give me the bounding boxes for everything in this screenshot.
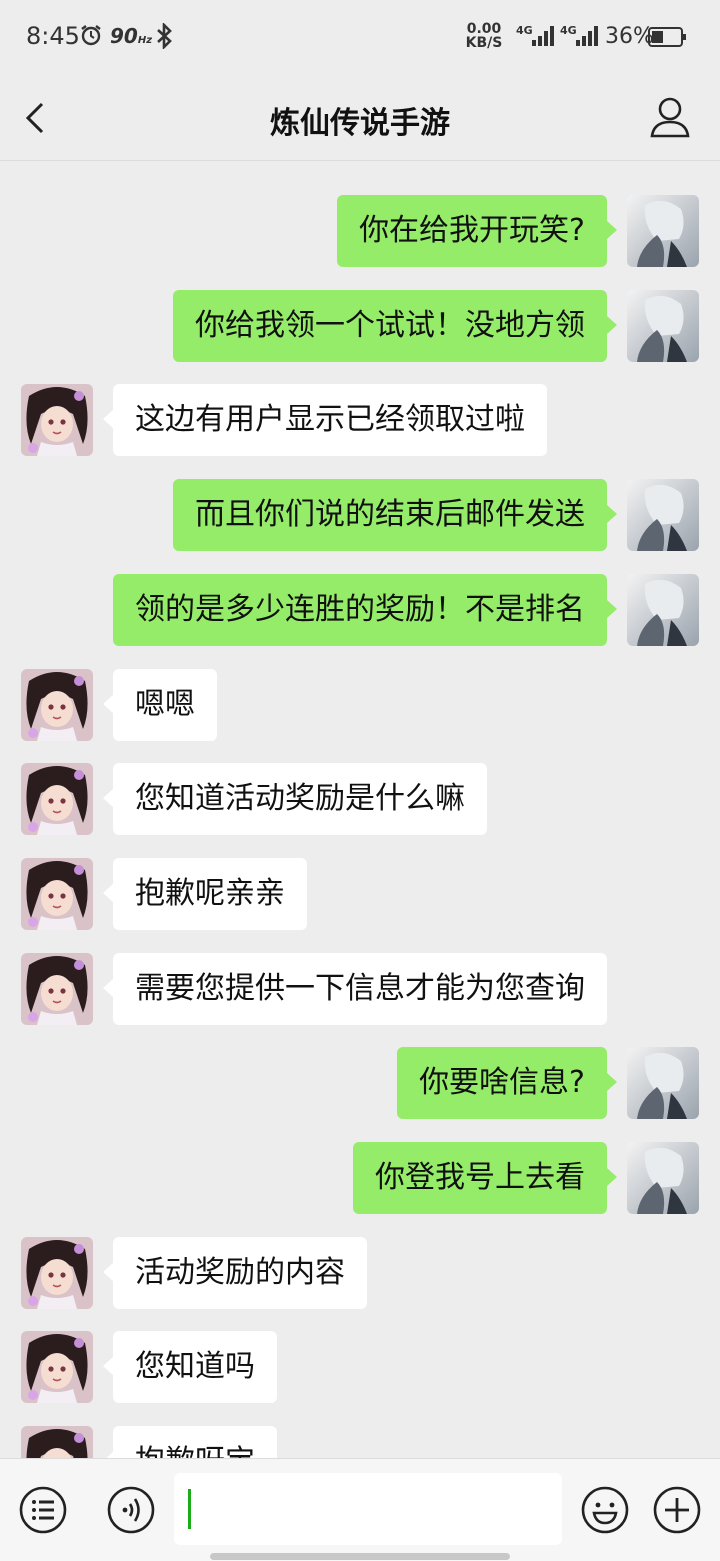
voice-icon[interactable] (106, 1485, 156, 1535)
status-time: 8:45 (26, 22, 80, 50)
sent-message: 你给我领一个试试！没地方领 (0, 290, 720, 362)
input-bar (0, 1458, 720, 1561)
bluetooth-icon (157, 23, 172, 49)
contact-avatar[interactable] (21, 1237, 93, 1309)
message-bubble[interactable]: 你在给我开玩笑? (337, 195, 617, 267)
my-avatar[interactable] (627, 479, 699, 551)
home-indicator[interactable] (210, 1553, 510, 1560)
sent-message: 你登我号上去看 (0, 1142, 720, 1214)
received-message: 抱歉呢亲亲 (0, 858, 720, 930)
contact-avatar[interactable] (21, 858, 93, 930)
my-avatar[interactable] (627, 1047, 699, 1119)
status-bar: 8:45 90Hz 0.00 KB/S 4G 4G 36% (0, 0, 720, 76)
message-bubble[interactable]: 抱歉呢亲亲 (103, 858, 307, 930)
plus-icon[interactable] (652, 1485, 702, 1535)
contact-avatar[interactable] (21, 384, 93, 456)
contact-avatar[interactable] (21, 1426, 93, 1458)
message-bubble[interactable]: 活动奖励的内容 (103, 1237, 367, 1309)
message-input[interactable] (174, 1473, 562, 1545)
message-bubble[interactable]: 而且你们说的结束后邮件发送 (173, 479, 617, 551)
received-message: 嗯嗯 (0, 669, 720, 741)
message-bubble[interactable]: 需要您提供一下信息才能为您查询 (103, 953, 607, 1025)
sent-message: 你要啥信息? (0, 1047, 720, 1119)
message-bubble[interactable]: 领的是多少连胜的奖励！不是排名 (113, 574, 617, 646)
person-icon[interactable] (650, 96, 690, 138)
my-avatar[interactable] (627, 195, 699, 267)
battery-icon (648, 27, 686, 47)
received-message: 需要您提供一下信息才能为您查询 (0, 953, 720, 1025)
chat-title: 炼仙传说手游 (270, 106, 450, 141)
signal-4g-icon-2: 4G (560, 24, 600, 48)
chat-header: 炼仙传说手游 (0, 76, 720, 161)
my-avatar[interactable] (627, 1142, 699, 1214)
contact-avatar[interactable] (21, 669, 93, 741)
my-avatar[interactable] (627, 574, 699, 646)
network-speed: 0.00 KB/S (465, 21, 503, 51)
refresh-rate-label: 90Hz (110, 24, 153, 48)
received-message: 您知道吗 (0, 1331, 720, 1403)
sent-message: 你在给我开玩笑? (0, 195, 720, 267)
message-bubble[interactable]: 这边有用户显示已经领取过啦 (103, 384, 547, 456)
my-avatar[interactable] (627, 290, 699, 362)
list-icon[interactable] (18, 1485, 68, 1535)
contact-avatar[interactable] (21, 1331, 93, 1403)
message-bubble[interactable]: 你要啥信息? (397, 1047, 617, 1119)
contact-avatar[interactable] (21, 953, 93, 1025)
signal-4g-icon-1: 4G (516, 24, 556, 48)
received-message: 活动奖励的内容 (0, 1237, 720, 1309)
message-bubble[interactable]: 你给我领一个试试！没地方领 (173, 290, 617, 362)
chevron-left-icon[interactable] (20, 98, 52, 138)
message-bubble[interactable]: 您知道吗 (103, 1331, 277, 1403)
sent-message: 领的是多少连胜的奖励！不是排名 (0, 574, 720, 646)
message-bubble[interactable]: 你登我号上去看 (353, 1142, 617, 1214)
received-message: 您知道活动奖励是什么嘛 (0, 763, 720, 835)
message-list[interactable]: 你在给我开玩笑? 你给我领一个试试！没地方领这边有用户显示已经领取过啦而且你们说的… (0, 161, 720, 1458)
sent-message: 而且你们说的结束后邮件发送 (0, 479, 720, 551)
alarm-icon (81, 25, 101, 46)
message-bubble[interactable]: 嗯嗯 (103, 669, 217, 741)
message-bubble[interactable]: 抱歉呀宝 (103, 1426, 277, 1458)
received-message: 抱歉呀宝 (0, 1426, 720, 1458)
received-message: 这边有用户显示已经领取过啦 (0, 384, 720, 456)
contact-avatar[interactable] (21, 763, 93, 835)
message-bubble[interactable]: 您知道活动奖励是什么嘛 (103, 763, 487, 835)
emoji-icon[interactable] (580, 1485, 630, 1535)
battery-percent: 36% (605, 24, 654, 49)
text-cursor (188, 1489, 191, 1529)
